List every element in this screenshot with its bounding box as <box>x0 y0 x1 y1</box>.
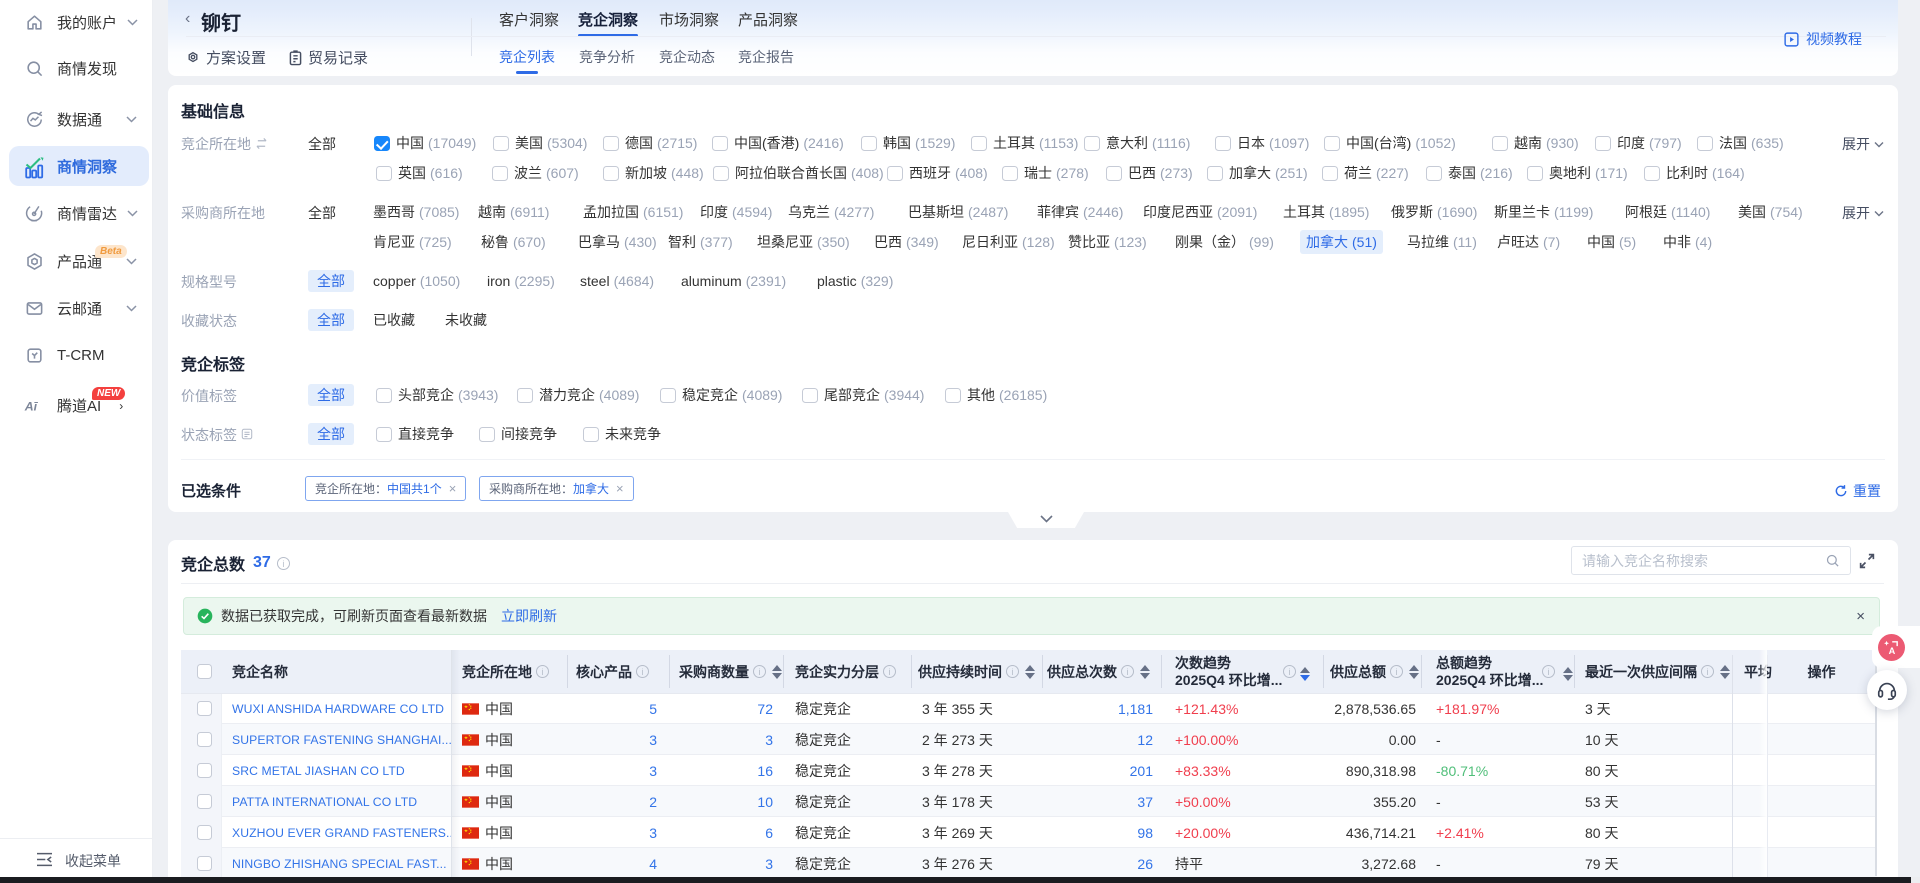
svg-text:Aī: Aī <box>24 399 39 413</box>
svg-text:A: A <box>1889 646 1896 656</box>
